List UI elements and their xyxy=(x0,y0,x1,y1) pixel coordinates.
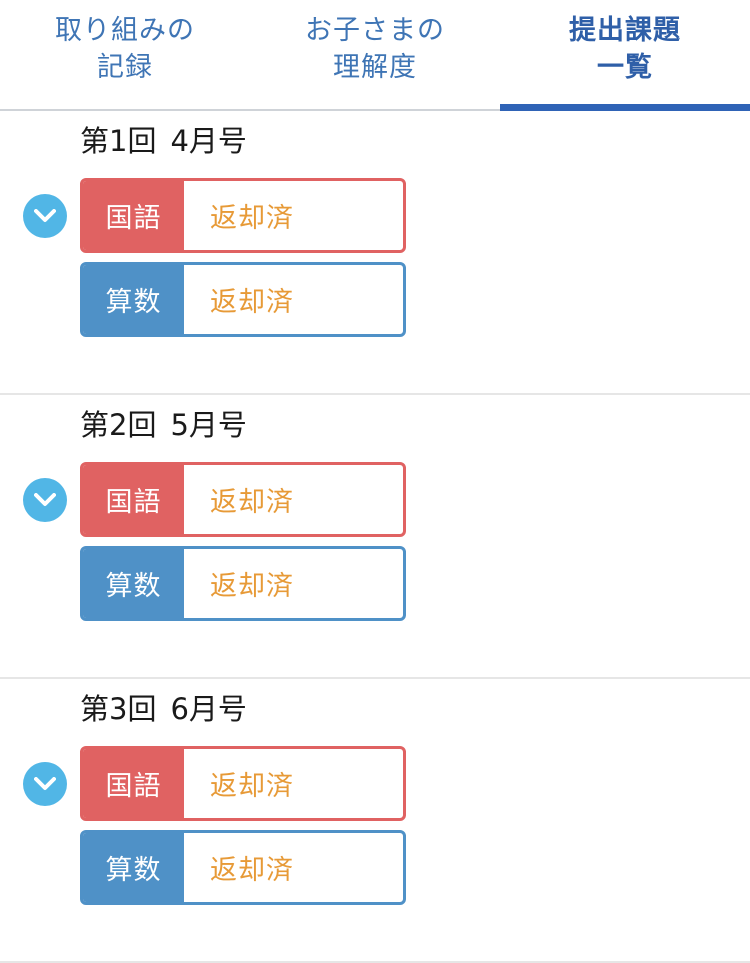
tab-activity-record[interactable]: 取り組みの 記録 xyxy=(0,0,250,109)
chevron-down-icon xyxy=(34,209,56,222)
issue-title: 第3回 6月号 xyxy=(80,691,247,727)
tab-bar: 取り組みの 記録 お子さまの 理解度 提出課題 一覧 xyxy=(0,0,750,111)
issue-month: 4月号 xyxy=(170,124,247,158)
chevron-down-circle-icon[interactable] xyxy=(23,478,67,522)
tab-submitted-assignments[interactable]: 提出課題 一覧 xyxy=(500,0,750,111)
issue-number: 第1回 xyxy=(80,124,157,158)
tab-label-line: 取り組みの xyxy=(55,14,195,46)
tab-label-line: 一覧 xyxy=(597,51,653,83)
subject-japanese[interactable]: 国語 返却済 xyxy=(80,178,406,253)
issue-month: 5月号 xyxy=(170,408,247,442)
tab-child-understanding[interactable]: お子さまの 理解度 xyxy=(250,0,500,109)
chevron-down-icon xyxy=(34,777,56,790)
subject-name: 算数 xyxy=(83,265,184,334)
issue-section: 第2回 5月号 国語 返却済 算数 返却済 xyxy=(0,395,750,679)
issue-title: 第2回 5月号 xyxy=(80,407,247,443)
subject-status: 返却済 xyxy=(210,771,294,802)
subject-math[interactable]: 算数 返却済 xyxy=(80,546,406,621)
chevron-down-icon xyxy=(34,493,56,506)
issue-number: 第2回 xyxy=(80,408,157,442)
subject-name: 算数 xyxy=(83,833,184,902)
issue-number: 第3回 xyxy=(80,692,157,726)
subject-japanese[interactable]: 国語 返却済 xyxy=(80,462,406,537)
chevron-down-circle-icon[interactable] xyxy=(23,762,67,806)
issue-title: 第1回 4月号 xyxy=(80,123,247,159)
subject-math[interactable]: 算数 返却済 xyxy=(80,262,406,337)
subject-status: 返却済 xyxy=(210,287,294,318)
subject-name: 国語 xyxy=(83,749,184,818)
tab-label-line: 記録 xyxy=(97,51,153,83)
subject-japanese[interactable]: 国語 返却済 xyxy=(80,746,406,821)
subject-name: 国語 xyxy=(83,181,184,250)
subject-status: 返却済 xyxy=(210,203,294,234)
issue-section: 第1回 4月号 国語 返却済 算数 返却済 xyxy=(0,111,750,395)
subject-name: 算数 xyxy=(83,549,184,618)
tab-label-line: お子さまの xyxy=(305,14,445,46)
assignment-list: 第1回 4月号 国語 返却済 算数 返却済 第2回 5月号 国語 返却済 算数 返却… xyxy=(0,111,750,963)
subject-name: 国語 xyxy=(83,465,184,534)
subject-status: 返却済 xyxy=(210,487,294,518)
subject-math[interactable]: 算数 返却済 xyxy=(80,830,406,905)
issue-section: 第3回 6月号 国語 返却済 算数 返却済 xyxy=(0,679,750,963)
chevron-down-circle-icon[interactable] xyxy=(23,194,67,238)
tab-label-line: 提出課題 xyxy=(569,14,681,46)
tab-label-line: 理解度 xyxy=(333,51,417,83)
issue-month: 6月号 xyxy=(170,692,247,726)
subject-status: 返却済 xyxy=(210,571,294,602)
subject-status: 返却済 xyxy=(210,855,294,886)
